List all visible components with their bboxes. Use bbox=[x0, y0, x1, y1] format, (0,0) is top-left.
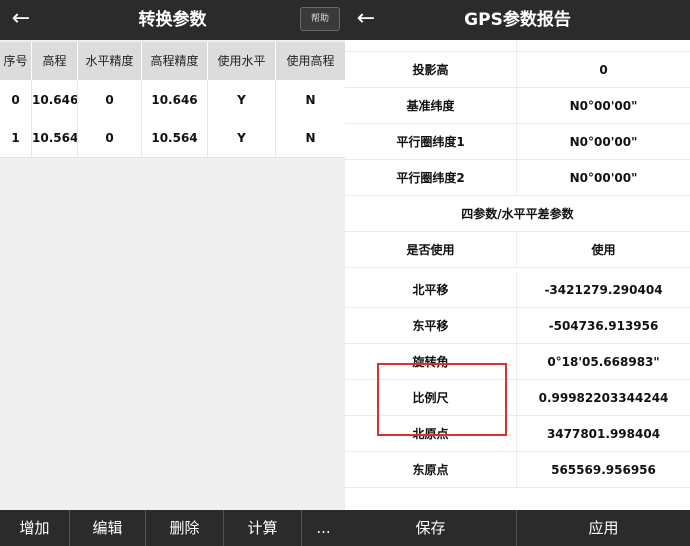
cell-v-precision: 10.564 bbox=[142, 118, 208, 157]
param-value: -3421279.290404 bbox=[544, 283, 663, 297]
list-item: 东原点 565569.956956 bbox=[345, 452, 690, 488]
list-item: 北平移 -3421279.290404 bbox=[345, 272, 690, 308]
param-key: 比例尺 bbox=[345, 380, 517, 415]
list-item: 北原点 3477801.998404 bbox=[345, 416, 690, 452]
list-item: 平行圈纬度1 N0°00'00" bbox=[345, 124, 690, 160]
table-row[interactable]: 0 10.646 0 10.646 Y N bbox=[0, 80, 345, 120]
param-key: 基准纬度 bbox=[345, 88, 517, 123]
gps-report-panel: ← GPS参数报告 投影比例尺 1 投影高 0 基准纬度 N0°00'00" 平… bbox=[345, 0, 690, 546]
cell-elevation: 10.646 bbox=[32, 80, 78, 119]
right-title-bar: ← GPS参数报告 bbox=[345, 0, 690, 40]
list-item: 东平移 -504736.913956 bbox=[345, 308, 690, 344]
param-value: N0°00'00" bbox=[569, 171, 638, 185]
left-bottom-toolbar: 增加 编辑 删除 计算 ... bbox=[0, 510, 345, 546]
left-page-title: 转换参数 bbox=[138, 10, 207, 30]
param-key: 是否使用 bbox=[345, 232, 517, 267]
report-list[interactable]: 投影比例尺 1 投影高 0 基准纬度 N0°00'00" 平行圈纬度1 N0°0… bbox=[345, 40, 690, 510]
cell-elevation: 10.564 bbox=[32, 118, 78, 157]
param-key: 北原点 bbox=[345, 416, 517, 451]
apply-button[interactable]: 应用 bbox=[517, 510, 690, 546]
param-key: 东平移 bbox=[345, 308, 517, 343]
list-item: 平行圈纬度2 N0°00'00" bbox=[345, 160, 690, 196]
param-value: 3477801.998404 bbox=[546, 427, 661, 441]
col-header-elevation[interactable]: 高程 bbox=[32, 42, 78, 80]
col-header-h-precision[interactable]: 水平精度 bbox=[78, 42, 142, 80]
list-item: 基准纬度 N0°00'00" bbox=[345, 88, 690, 124]
right-page-title: GPS参数报告 bbox=[464, 10, 571, 30]
col-header-v-precision[interactable]: 高程精度 bbox=[142, 42, 208, 80]
cell-h-precision: 0 bbox=[78, 80, 142, 119]
list-item: 比例尺 0.99982203344244 bbox=[345, 380, 690, 416]
help-button[interactable]: 帮助 bbox=[300, 7, 340, 31]
param-value: 565569.956956 bbox=[551, 463, 656, 477]
cell-index: 1 bbox=[0, 118, 32, 157]
cell-use-horizontal: Y bbox=[208, 118, 276, 157]
cell-h-precision: 0 bbox=[78, 118, 142, 157]
cell-use-horizontal: Y bbox=[208, 80, 276, 119]
param-key: 北平移 bbox=[345, 272, 517, 307]
right-bottom-toolbar: 保存 应用 bbox=[345, 510, 690, 546]
col-header-use-horizontal[interactable]: 使用水平 bbox=[208, 42, 276, 80]
delete-button[interactable]: 删除 bbox=[146, 510, 224, 546]
add-button[interactable]: 增加 bbox=[0, 510, 70, 546]
param-value: -504736.913956 bbox=[548, 319, 659, 333]
param-key: 平行圈纬度1 bbox=[345, 124, 517, 159]
param-key: 投影比例尺 bbox=[345, 40, 517, 51]
param-value: N0°00'00" bbox=[569, 135, 638, 149]
params-table-header: 序号 高程 水平精度 高程精度 使用水平 使用高程 bbox=[0, 42, 345, 80]
list-item: 投影高 0 bbox=[345, 52, 690, 88]
param-value: 0.99982203344244 bbox=[538, 391, 669, 405]
cell-v-precision: 10.646 bbox=[142, 80, 208, 119]
param-value: N0°00'00" bbox=[569, 99, 638, 113]
more-button[interactable]: ... bbox=[302, 510, 345, 546]
col-header-use-elevation[interactable]: 使用高程 bbox=[276, 42, 345, 80]
edit-button[interactable]: 编辑 bbox=[70, 510, 146, 546]
param-value: 使用 bbox=[591, 243, 616, 257]
cell-index: 0 bbox=[0, 80, 32, 119]
param-key: 平行圈纬度2 bbox=[345, 160, 517, 195]
table-row[interactable]: 1 10.564 0 10.564 Y N bbox=[0, 118, 345, 158]
param-value: 0 bbox=[599, 63, 608, 77]
list-item: 投影比例尺 1 bbox=[345, 40, 690, 52]
calculate-button[interactable]: 计算 bbox=[224, 510, 302, 546]
list-item: 是否使用 使用 bbox=[345, 232, 690, 268]
param-value: 0°18'05.668983" bbox=[547, 355, 660, 369]
col-header-index[interactable]: 序号 bbox=[0, 42, 32, 80]
param-key: 旋转角 bbox=[345, 344, 517, 379]
cell-use-elevation: N bbox=[305, 131, 316, 145]
param-value: 1 bbox=[517, 40, 690, 51]
save-button[interactable]: 保存 bbox=[345, 510, 517, 546]
transform-params-panel: ← 转换参数 帮助 序号 高程 水平精度 高程精度 使用水平 使用高程 0 10… bbox=[0, 0, 345, 546]
section-header-four-params: 四参数/水平平差参数 bbox=[345, 196, 690, 232]
list-item: 旋转角 0°18'05.668983" bbox=[345, 344, 690, 380]
param-key: 东原点 bbox=[345, 452, 517, 487]
left-title-bar: ← 转换参数 帮助 bbox=[0, 0, 345, 40]
param-key: 投影高 bbox=[345, 52, 517, 87]
cell-use-elevation: N bbox=[305, 93, 316, 107]
